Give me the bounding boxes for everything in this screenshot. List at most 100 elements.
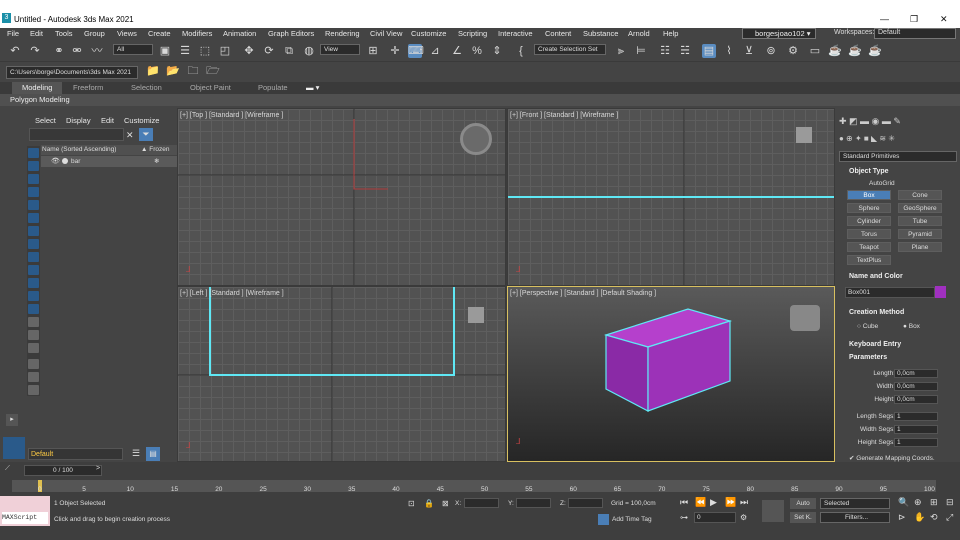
curve-editor-icon[interactable]: ⌇ <box>722 44 736 58</box>
rollout-creation-method[interactable]: Creation Method <box>841 308 957 318</box>
box-radio[interactable]: ● Box <box>903 323 920 330</box>
menu-arnold[interactable]: Arnold <box>628 29 650 38</box>
mirror-icon[interactable]: ⫸ <box>614 44 628 58</box>
project-folder-icon[interactable]: 📁 <box>146 64 160 78</box>
auto-key-button[interactable]: Auto <box>790 498 816 509</box>
menu-animation[interactable]: Animation <box>223 29 256 38</box>
key-mode-icon[interactable]: ⊶ <box>680 513 688 522</box>
frozen-toggle-icon[interactable]: ❄ <box>154 156 159 167</box>
box-button[interactable]: Box <box>847 190 891 200</box>
ribbon-toggle-icon[interactable]: ▤ <box>702 44 716 58</box>
redo-icon[interactable]: ↷ <box>28 44 42 58</box>
tab-selection[interactable]: Selection <box>131 83 162 92</box>
angle-snap-icon[interactable]: ∠ <box>450 44 464 58</box>
menu-file[interactable]: File <box>7 29 19 38</box>
project-settings-icon[interactable]: 🗁 <box>206 64 220 78</box>
layer-dropdown[interactable]: Default <box>28 448 123 460</box>
display-none-icon[interactable] <box>28 148 39 158</box>
zoom-icon[interactable]: 🔍 <box>898 497 909 508</box>
viewcube-front[interactable] <box>796 127 812 143</box>
viewcube-perspective[interactable] <box>790 305 820 331</box>
menu-help[interactable]: Help <box>663 29 678 38</box>
menu-create[interactable]: Create <box>148 29 171 38</box>
zoom-extents-icon[interactable]: ⊞ <box>930 497 938 508</box>
teapot-button[interactable]: Teapot <box>847 242 891 252</box>
display-groups-icon[interactable] <box>28 239 39 249</box>
menu-civil-view[interactable]: Civil View <box>370 29 402 38</box>
next-key-icon[interactable]: ⏩ <box>725 497 736 508</box>
time-slider[interactable]: 0 / 100 <box>24 465 102 476</box>
link-icon[interactable]: ⚭ <box>52 44 66 58</box>
select-scale-icon[interactable]: ⧉ <box>282 44 296 58</box>
cube-radio[interactable]: ○ Cube <box>857 323 878 330</box>
menu-group[interactable]: Group <box>84 29 105 38</box>
command-panel-tabs[interactable]: ✚ ◩ ▬ ◉ ▬ ✎ <box>839 116 957 128</box>
key-filters-button[interactable]: Filters... <box>820 512 890 523</box>
tube-button[interactable]: Tube <box>898 216 942 226</box>
display-frozen-icon[interactable] <box>28 291 39 301</box>
tab-populate[interactable]: Populate <box>258 83 288 92</box>
rectangular-selection-icon[interactable]: ⬚ <box>198 44 212 58</box>
minimize-icon[interactable]: — <box>880 14 889 24</box>
viewport-left[interactable]: [+] [Left ] [Standard ] [Wireframe ] ⅃ <box>177 286 506 462</box>
schematic-view-icon[interactable]: ⊻ <box>742 44 756 58</box>
sort-icon[interactable] <box>28 343 39 353</box>
render-icon[interactable]: ☕ <box>828 44 842 58</box>
scene-explorer-icon[interactable]: ☷ <box>658 44 672 58</box>
object-color-swatch[interactable] <box>935 286 946 298</box>
user-account-dropdown[interactable]: borgesjoao102 ▾ <box>742 28 816 39</box>
z-coordinate-field[interactable] <box>568 498 603 508</box>
pyramid-button[interactable]: Pyramid <box>898 229 942 239</box>
edit-named-selection-icon[interactable]: { <box>514 44 528 58</box>
display-all-icon[interactable] <box>28 317 39 327</box>
set-key-button[interactable]: Set K. <box>790 512 816 523</box>
viewcube-top[interactable] <box>460 123 492 155</box>
percent-snap-icon[interactable]: % <box>470 44 484 58</box>
display-containers-icon[interactable] <box>28 278 39 288</box>
tab-modeling[interactable]: Modeling <box>12 82 63 94</box>
project-path-field[interactable]: C:\Users\borge\Documents\3ds Max 2021 <box>6 66 138 79</box>
filter-toggle-icon[interactable] <box>28 359 39 369</box>
menu-views[interactable]: Views <box>117 29 137 38</box>
unlink-icon[interactable]: ⚮ <box>70 44 84 58</box>
isolate-selection-icon[interactable]: ⊡ <box>408 499 415 508</box>
scene-menu-customize[interactable]: Customize <box>124 116 159 125</box>
curve-editor-toggle-icon[interactable]: ⟋ <box>5 465 21 477</box>
object-name-input[interactable]: Box001 <box>845 287 935 298</box>
viewport-left-label[interactable]: [+] [Left ] [Standard ] [Wireframe ] <box>180 290 284 297</box>
width-segs-spinner[interactable]: 1 <box>894 425 938 434</box>
next-frame-icon[interactable]: > <box>96 465 100 472</box>
named-selection-dropdown[interactable]: Create Selection Set <box>534 44 606 55</box>
absolute-mode-icon[interactable]: ⊠ <box>442 499 449 508</box>
rollout-name-color[interactable]: Name and Color <box>841 272 957 282</box>
column-name[interactable]: Name (Sorted Ascending) <box>42 146 116 153</box>
pan-icon[interactable]: ✋ <box>914 512 925 523</box>
cone-button[interactable]: Cone <box>898 190 942 200</box>
viewport-top-label[interactable]: [+] [Top ] [Standard ] [Wireframe ] <box>180 112 283 119</box>
height-spinner[interactable]: 0,0cm <box>894 395 938 404</box>
time-config-icon[interactable]: ⚙ <box>740 513 747 522</box>
snaps-toggle-icon[interactable]: ⊿ <box>428 44 442 58</box>
menu-scripting[interactable]: Scripting <box>458 29 487 38</box>
tab-freeform[interactable]: Freeform <box>73 83 103 92</box>
keyboard-shortcut-toggle-icon[interactable]: ⌨ <box>408 44 424 58</box>
scene-menu-select[interactable]: Select <box>35 116 56 125</box>
expand-panel-icon[interactable]: ▸ <box>6 414 18 426</box>
viewport-front-label[interactable]: [+] [Front ] [Standard ] [Wireframe ] <box>510 112 618 119</box>
menu-graph-editors[interactable]: Graph Editors <box>268 29 314 38</box>
scene-menu-display[interactable]: Display <box>66 116 91 125</box>
primitive-type-dropdown[interactable]: Standard Primitives <box>839 151 957 162</box>
prev-frame-icon[interactable]: ⏪ <box>695 497 706 508</box>
add-time-tag-icon[interactable] <box>598 514 609 525</box>
cylinder-button[interactable]: Cylinder <box>847 216 891 226</box>
undo-icon[interactable]: ↶ <box>8 44 22 58</box>
create-category-icons[interactable]: ● ⊕ ✦ ■ ◣ ≋ ✳ <box>839 134 957 146</box>
set-key-big-button[interactable] <box>762 500 784 522</box>
y-coordinate-field[interactable] <box>516 498 551 508</box>
viewport-top[interactable]: [+] [Top ] [Standard ] [Wireframe ] ⅃ <box>177 108 506 286</box>
zoom-all-icon[interactable]: ⊕ <box>914 497 922 508</box>
render-setup-icon[interactable]: ⚙ <box>786 44 800 58</box>
workspace-dropdown[interactable]: Default <box>874 28 956 39</box>
display-xrefs-icon[interactable] <box>28 252 39 262</box>
render-iterative-icon[interactable]: ☕ <box>848 44 862 58</box>
